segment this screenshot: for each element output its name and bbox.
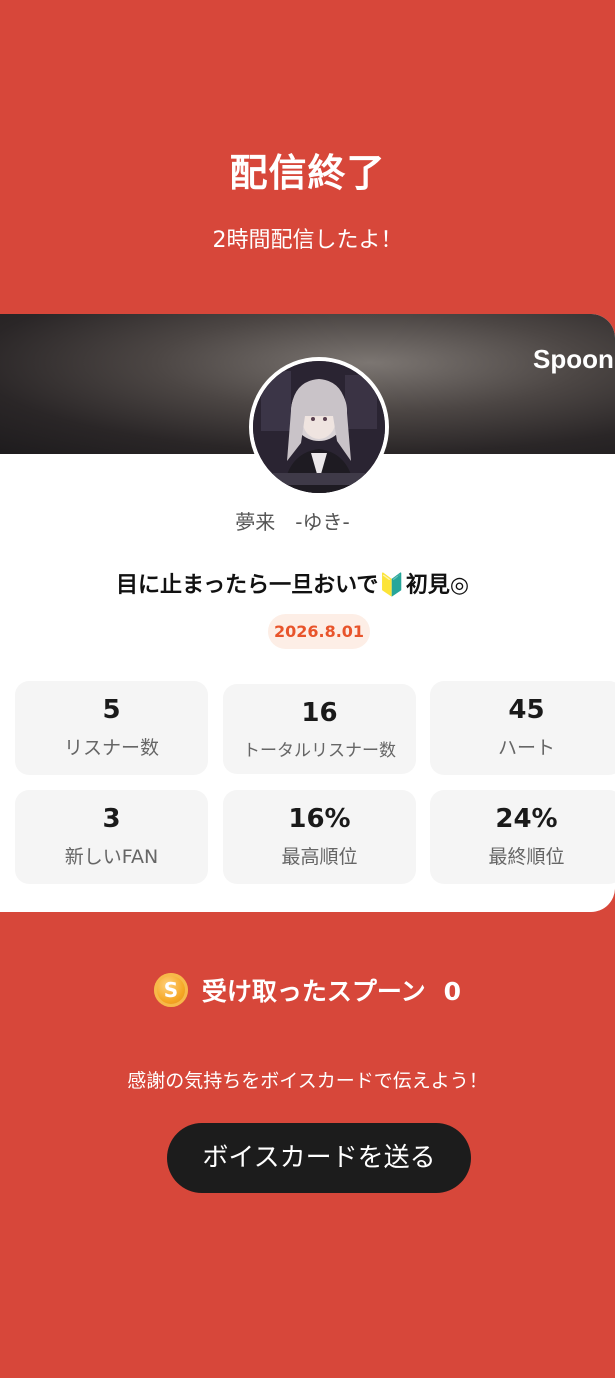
stat-total-listeners: 16 トータルリスナー数: [223, 684, 416, 774]
stat-value: 16%: [288, 804, 351, 834]
stat-highest-rank: 16% 最高順位: [223, 790, 416, 884]
stat-value: 45: [508, 695, 545, 725]
broadcast-summary-card: Spoon 夢来 -ゆき- 目に止まったら一旦おいで🔰初見◎ 2026.8.01…: [0, 314, 615, 912]
username[interactable]: 夢来 -ゆき-: [0, 506, 615, 535]
stat-final-rank: 24% 最終順位: [430, 790, 615, 884]
date-badge: 2026.8.01: [268, 614, 370, 649]
avatar[interactable]: [249, 357, 389, 497]
stat-value: 16: [301, 698, 338, 728]
stat-listeners: 5 リスナー数: [15, 681, 208, 775]
stat-label: 最終順位: [488, 846, 565, 868]
stat-label: リスナー数: [63, 737, 159, 759]
stat-new-fans: 3 新しいFAN: [15, 790, 208, 884]
received-spoons-count: 0: [443, 977, 462, 1006]
stat-label: ハート: [497, 737, 555, 759]
broadcast-duration-text: 2時間配信したよ！: [212, 228, 403, 253]
stat-label: トータルリスナー数: [243, 741, 396, 761]
stat-value: 3: [102, 804, 121, 834]
stat-value: 24%: [495, 804, 558, 834]
stat-label: 新しいFAN: [64, 846, 159, 868]
avatar-image: [253, 361, 385, 493]
spoon-coin-icon: S: [153, 973, 188, 1007]
spoon-logo: Spoon: [533, 344, 614, 374]
thanks-message: 感謝の気持ちをボイスカードで伝えよう！: [127, 1070, 488, 1092]
room-title: 目に止まったら一旦おいで🔰初見◎: [115, 573, 470, 598]
received-spoons: S 受け取ったスプーン 0: [0, 972, 615, 1010]
page-title: 配信終了: [229, 151, 386, 195]
stat-value: 5: [102, 695, 121, 725]
received-spoons-label: 受け取ったスプーン: [201, 977, 426, 1006]
stat-label: 最高順位: [281, 846, 358, 868]
send-voice-card-button[interactable]: ボイスカードを送る: [167, 1123, 471, 1193]
stat-hearts: 45 ハート: [430, 681, 615, 775]
